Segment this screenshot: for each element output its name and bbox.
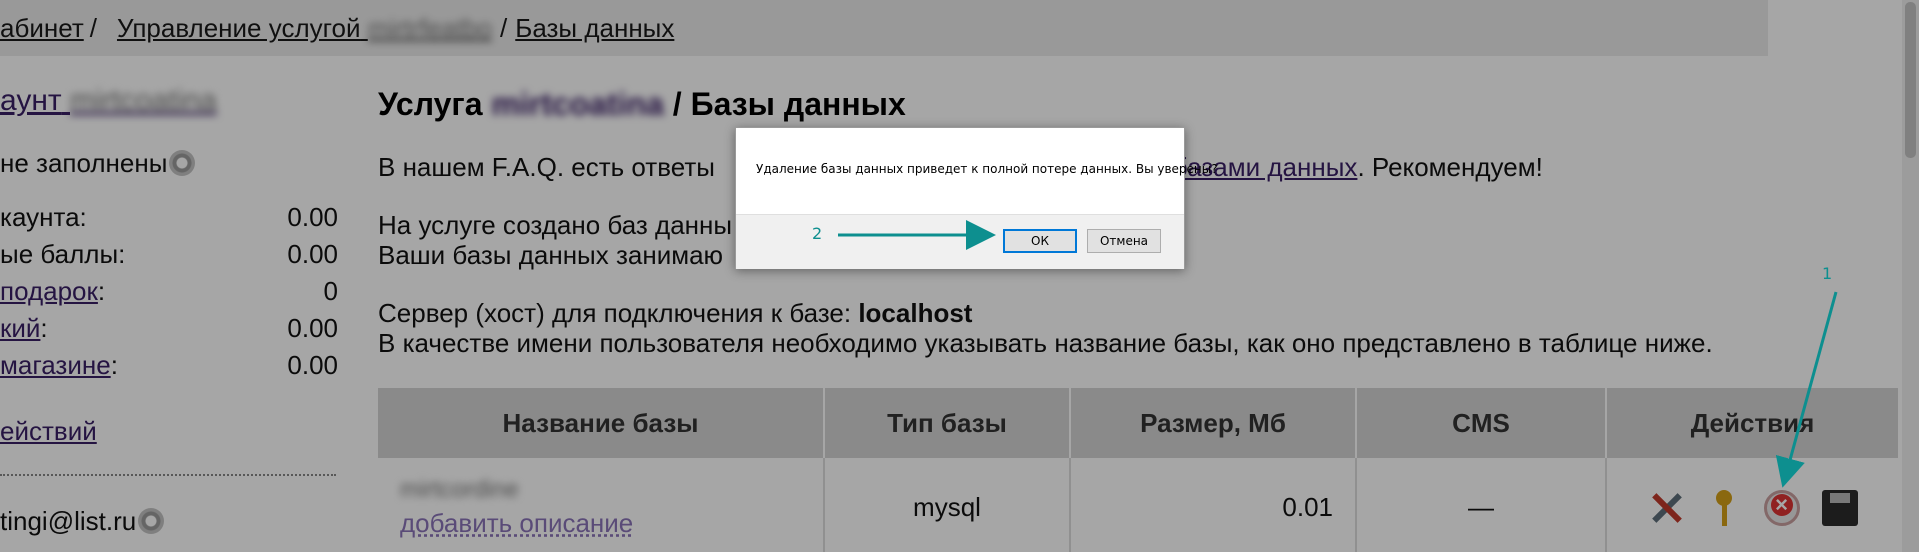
annotation-label-1: 1 [1822,264,1833,283]
ok-button[interactable]: ОК [1003,229,1077,253]
dialog-button-bar: ОК Отмена [736,214,1184,269]
annotation-label-2: 2 [812,224,823,243]
cancel-button[interactable]: Отмена [1087,229,1161,253]
modal-overlay [0,0,1919,552]
confirm-dialog: Удаление базы данных приведет к полной п… [735,127,1218,269]
dialog-message: Удаление базы данных приведет к полной п… [756,162,1218,176]
